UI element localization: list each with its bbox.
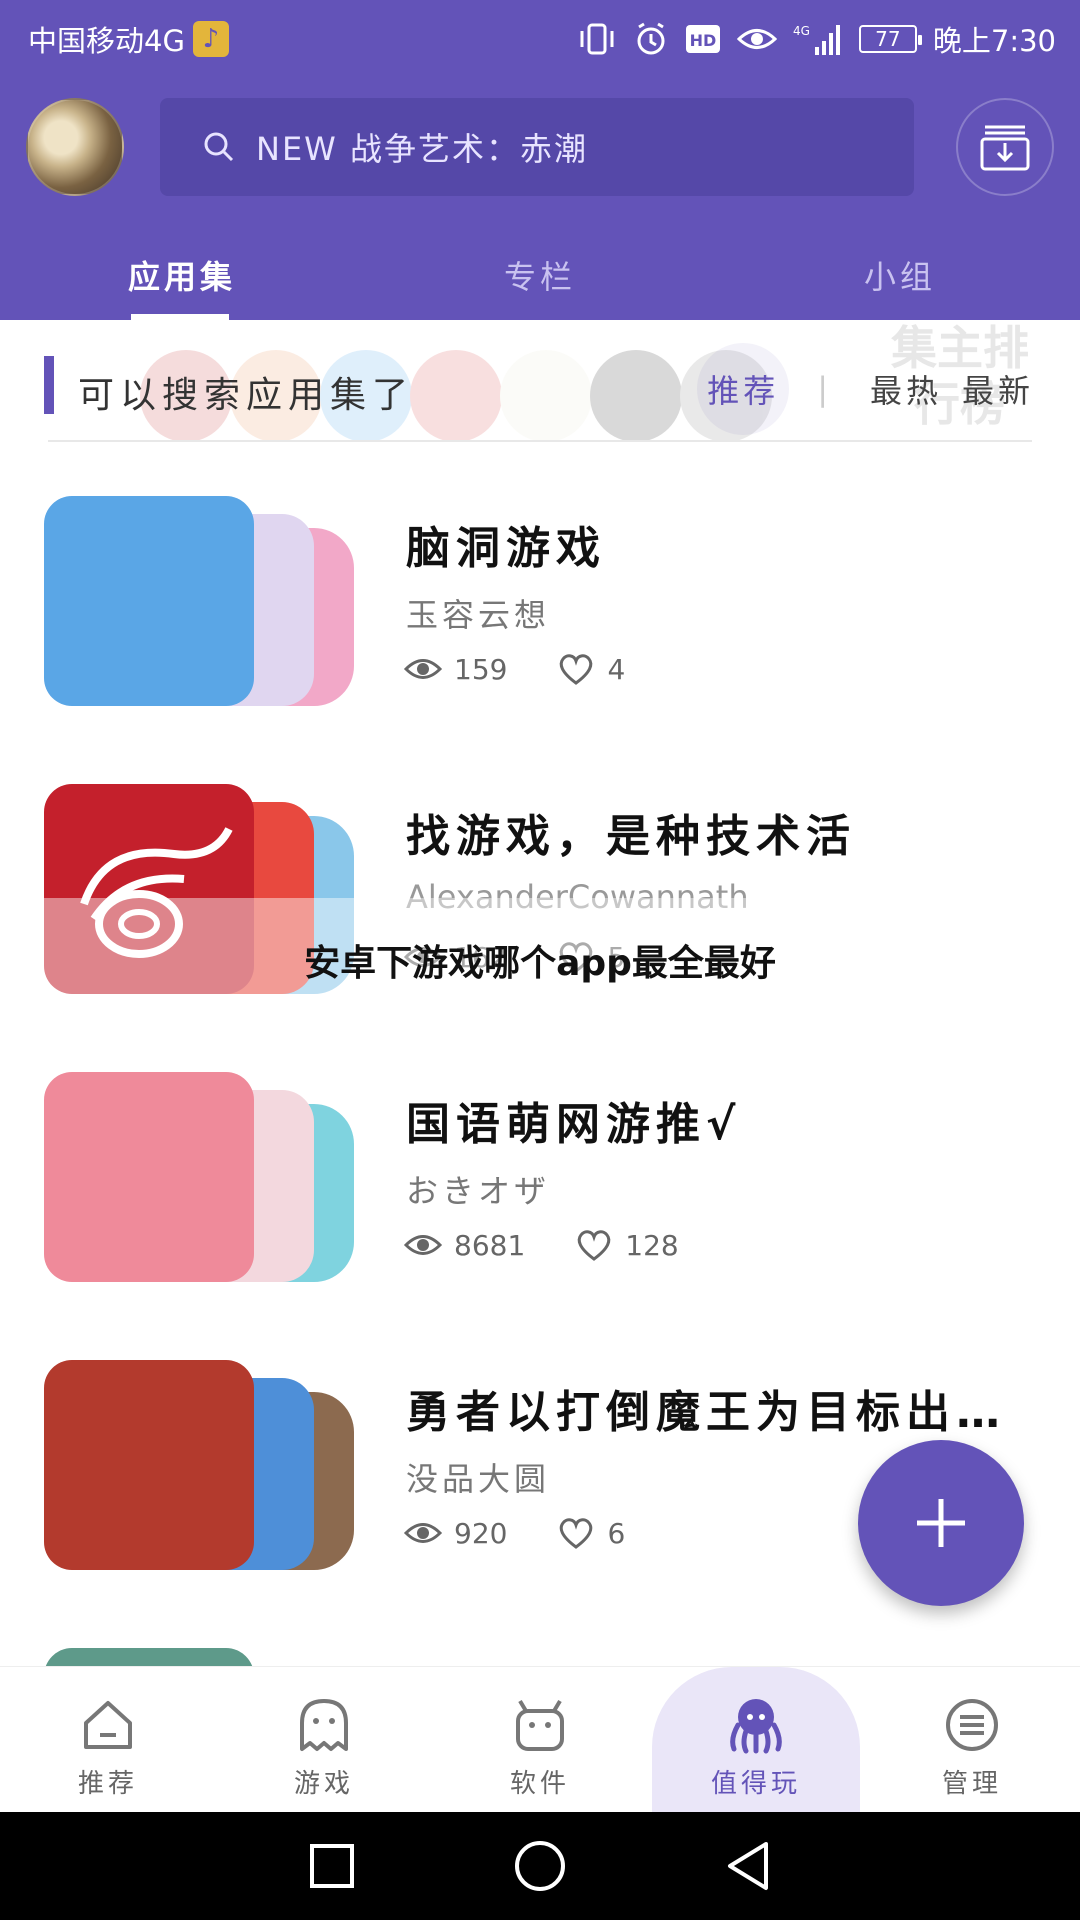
heart-icon[interactable] xyxy=(557,652,595,686)
view-count: 920 xyxy=(454,1516,508,1550)
nav-label: 值得玩 xyxy=(710,1769,801,1799)
search-bar[interactable]: NEW 战争艺术：赤潮 xyxy=(160,98,914,196)
signal-icon: 4G xyxy=(793,21,843,57)
sort-options: 推荐 | 最热 最新 xyxy=(697,343,1044,435)
alarm-icon xyxy=(633,21,669,57)
heart-icon[interactable] xyxy=(557,1516,595,1550)
nav-software[interactable]: 软件 xyxy=(432,1667,648,1812)
search-placeholder: NEW 战争艺术：赤潮 xyxy=(256,130,588,168)
system-nav-bar xyxy=(0,1812,1080,1920)
app-header: 中国移动4G ♪ HD 4G 77 晚上7:30 NEW 战争艺术：赤潮 应用集… xyxy=(0,0,1080,320)
sort-divider: | xyxy=(817,370,832,408)
list-item[interactable]: 脑洞游戏 玉容云想 159 4 xyxy=(0,442,1080,730)
battery-indicator: 77 xyxy=(858,25,922,53)
top-tabs: 应用集 专栏 小组 xyxy=(0,238,1080,320)
nav-label: 软件 xyxy=(509,1769,570,1799)
eye-icon xyxy=(404,659,442,679)
heart-icon[interactable] xyxy=(575,1228,613,1262)
svg-text:HD: HD xyxy=(690,31,717,50)
add-collection-button[interactable] xyxy=(858,1440,1024,1606)
carrier-label: 中国移动4G xyxy=(28,24,185,58)
android-icon xyxy=(516,1699,564,1751)
nav-label: 游戏 xyxy=(293,1769,354,1799)
section-accent-bar xyxy=(44,356,54,414)
nav-recommend[interactable]: 推荐 xyxy=(0,1667,216,1812)
nav-label: 管理 xyxy=(941,1769,1002,1799)
watermark-caption: 安卓下游戏哪个app最全最好 xyxy=(304,943,776,984)
item-author: 没品大圆 xyxy=(406,1460,551,1498)
view-count: 159 xyxy=(454,652,508,686)
eye-icon xyxy=(404,1523,442,1543)
app-thumbnails xyxy=(44,496,364,706)
item-title: 勇者以打倒魔王为目标出… xyxy=(406,1387,1006,1438)
eye-comfort-icon xyxy=(736,21,777,57)
like-count: 4 xyxy=(607,652,626,686)
app-icon-1 xyxy=(44,496,254,706)
user-avatar[interactable] xyxy=(26,98,124,196)
app-thumbnails xyxy=(44,1648,364,1666)
clock: 晚上7:30 xyxy=(932,24,1056,58)
list-item-partial[interactable] xyxy=(0,1594,1080,1666)
like-count: 128 xyxy=(625,1228,679,1262)
list-item[interactable]: 国语萌网游推√ おきオザ 8681 128 xyxy=(0,1018,1080,1306)
download-manager-button[interactable] xyxy=(956,98,1054,196)
home-icon xyxy=(84,1701,132,1749)
sort-newest[interactable]: 最新 xyxy=(952,360,1044,418)
sort-recommended[interactable]: 推荐 xyxy=(697,343,790,435)
menu-icon xyxy=(946,1699,998,1751)
status-bar: 中国移动4G ♪ HD 4G 77 晚上7:30 xyxy=(0,0,1080,76)
music-note-icon: ♪ xyxy=(192,21,229,57)
sort-hottest[interactable]: 最热 xyxy=(860,360,952,418)
item-title: 国语萌网游推√ xyxy=(406,1099,742,1150)
app-icon-1 xyxy=(44,1072,254,1282)
tab-columns[interactable]: 专栏 xyxy=(360,238,720,320)
nav-label: 推荐 xyxy=(77,1769,138,1799)
filter-bar: 集主排行榜 可以搜索应用集了 推荐 | 最热 最新 xyxy=(0,320,1080,442)
app-thumbnails xyxy=(44,1072,364,1282)
item-title: 脑洞游戏 xyxy=(406,523,606,574)
svg-text:4G: 4G xyxy=(793,24,810,38)
like-count: 6 xyxy=(607,1516,626,1550)
nav-games[interactable]: 游戏 xyxy=(216,1667,432,1812)
tab-collections[interactable]: 应用集 xyxy=(0,238,360,320)
download-box-icon xyxy=(980,125,1030,171)
app-thumbnails xyxy=(44,1360,364,1570)
item-stats: 159 4 xyxy=(404,652,675,686)
item-author: おきオザ xyxy=(406,1172,551,1210)
app-icon-1 xyxy=(44,1648,254,1666)
eye-icon xyxy=(404,1235,442,1255)
nav-manage[interactable]: 管理 xyxy=(864,1667,1080,1812)
vibrate-icon xyxy=(577,21,617,57)
filter-title[interactable]: 可以搜索应用集了 xyxy=(78,366,414,418)
recents-icon[interactable] xyxy=(308,1842,356,1890)
back-icon[interactable] xyxy=(724,1840,772,1892)
app-icon-1 xyxy=(44,1360,254,1570)
hd-icon: HD xyxy=(685,21,721,57)
nav-worth-playing[interactable]: 值得玩 xyxy=(648,1667,864,1827)
home-circle-icon[interactable] xyxy=(513,1839,567,1893)
item-author: 玉容云想 xyxy=(406,596,551,634)
item-stats: 920 6 xyxy=(404,1516,675,1550)
item-title: 找游戏，是种技术活 xyxy=(406,811,856,862)
bottom-nav: 推荐 游戏 软件 值得玩 管理 xyxy=(0,1666,1080,1827)
search-icon xyxy=(204,132,234,162)
plus-icon xyxy=(917,1499,965,1547)
ghost-icon xyxy=(300,1699,348,1751)
tab-groups[interactable]: 小组 xyxy=(720,238,1080,320)
octopus-icon xyxy=(730,1699,782,1754)
view-count: 8681 xyxy=(454,1228,526,1262)
item-stats: 8681 128 xyxy=(404,1228,729,1262)
